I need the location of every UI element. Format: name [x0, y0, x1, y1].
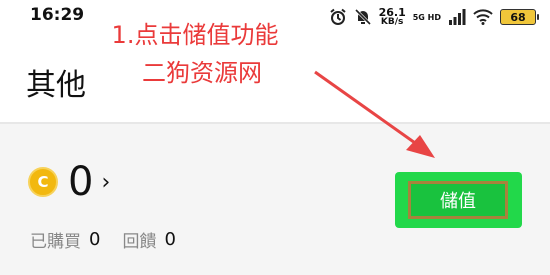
deposit-highlight: 儲值 [395, 172, 522, 228]
annotation-step-text: 1.点击储值功能 [111, 21, 279, 49]
battery-icon: 68 [500, 9, 539, 25]
wifi-icon [473, 9, 493, 25]
mute-bell-icon [354, 8, 371, 26]
signal-type: 5G HD [412, 12, 441, 22]
deposit-button[interactable]: 儲值 [408, 181, 508, 219]
wallet-stats: 已購買 0 回饋 0 [30, 227, 198, 252]
balance-row[interactable]: C 0 › [28, 160, 110, 204]
balance-amount: 0 [68, 159, 94, 205]
cell-signal-icon [449, 9, 466, 25]
feedback-value: 0 [164, 229, 176, 250]
annotation-watermark-text: 二狗资源网 [142, 59, 262, 87]
coin-icon: C [28, 167, 58, 197]
page-title: 其他 [26, 68, 86, 103]
status-time: 16:29 [30, 5, 85, 25]
purchased-value: 0 [89, 229, 101, 250]
status-icons: 26.1 KB/s 5G HD 68 [329, 6, 539, 28]
chevron-right-icon: › [101, 169, 111, 195]
network-speed: 26.1 KB/s [378, 6, 406, 27]
feedback-label: 回饋 [122, 232, 157, 252]
purchased-label: 已購買 [30, 232, 81, 252]
alarm-icon [329, 8, 346, 25]
